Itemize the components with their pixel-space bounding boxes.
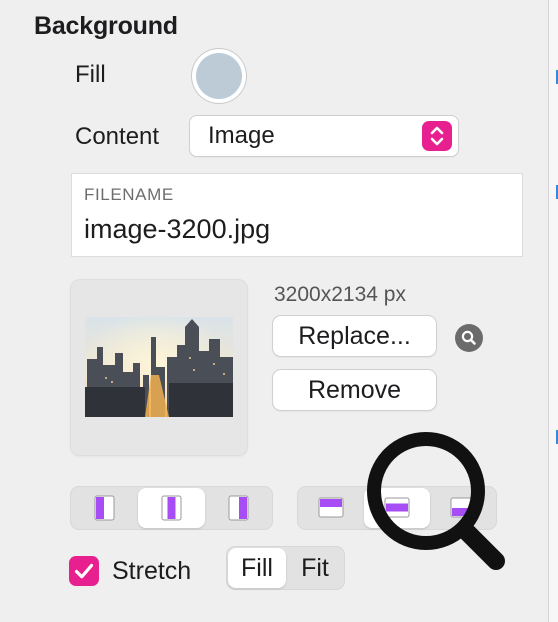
preview-magnifier-icon[interactable] — [455, 324, 483, 352]
filename-value: image-3200.jpg — [84, 214, 271, 244]
section-title: Background — [34, 12, 178, 40]
fill-color-swatch — [196, 53, 242, 99]
align-center-icon — [161, 495, 182, 521]
content-type-value: Image — [208, 122, 275, 149]
stretch-checkbox[interactable] — [69, 556, 99, 586]
content-label: Content — [75, 123, 160, 150]
image-dimensions: 3200x2134 px — [274, 283, 406, 306]
stretch-label: Stretch — [112, 557, 192, 585]
window-edge — [548, 0, 558, 622]
align-top-option[interactable] — [299, 488, 363, 528]
magnifier-cursor-icon — [367, 432, 505, 570]
chevron-up-down-icon — [422, 121, 452, 151]
fill-color-well[interactable] — [192, 49, 246, 103]
align-right-option[interactable] — [206, 488, 271, 528]
align-right-icon — [228, 495, 249, 521]
fill-label: Fill — [75, 61, 106, 88]
align-left-icon — [94, 495, 115, 521]
filename-caption: FILENAME — [84, 185, 174, 204]
scale-mode-fill-option[interactable]: Fill — [228, 548, 286, 588]
align-left-option[interactable] — [72, 488, 137, 528]
replace-button[interactable]: Replace... — [273, 316, 436, 356]
content-type-select[interactable]: Image — [190, 116, 458, 156]
scale-mode-control: Fill Fit — [226, 546, 345, 590]
filename-field[interactable]: FILENAME image-3200.jpg — [71, 173, 523, 257]
align-center-option[interactable] — [138, 488, 205, 528]
scale-mode-fit-option[interactable]: Fit — [287, 548, 343, 588]
horizontal-alignment-control — [70, 486, 273, 530]
remove-button[interactable]: Remove — [273, 370, 436, 410]
align-top-icon — [318, 497, 344, 518]
checkmark-icon — [74, 563, 94, 579]
image-preview-well[interactable] — [70, 279, 248, 456]
image-preview — [85, 317, 233, 417]
